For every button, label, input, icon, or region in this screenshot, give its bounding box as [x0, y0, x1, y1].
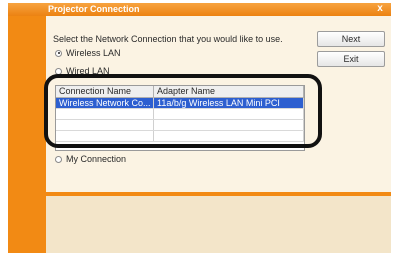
dialog-content: Select the Network Connection that you w… — [46, 16, 391, 192]
column-header-connection-name[interactable]: Connection Name — [56, 86, 154, 97]
column-header-adapter-name[interactable]: Adapter Name — [154, 86, 304, 97]
close-icon[interactable]: x — [375, 3, 385, 14]
table-row-empty — [56, 120, 304, 131]
radio-selected-icon — [55, 49, 62, 57]
projector-connection-window: Projector Connection x Select the Networ… — [8, 3, 391, 253]
connection-table: Connection Name Adapter Name Wireless Ne… — [55, 85, 305, 151]
side-accent-strip — [8, 16, 46, 253]
prompt-text: Select the Network Connection that you w… — [53, 34, 283, 44]
next-button[interactable]: Next — [317, 31, 385, 47]
table-header: Connection Name Adapter Name — [56, 86, 304, 98]
radio-wired-lan[interactable]: Wired LAN — [55, 66, 110, 76]
radio-my-connection[interactable]: My Connection — [55, 154, 126, 164]
table-cell-connection-name: Wireless Network Co... — [56, 98, 154, 108]
exit-button[interactable]: Exit — [317, 51, 385, 67]
radio-unselected-icon — [55, 155, 62, 163]
radio-wireless-lan[interactable]: Wireless LAN — [55, 48, 121, 58]
radio-label: Wired LAN — [66, 66, 110, 76]
table-row[interactable]: Wireless Network Co... 11a/b/g Wireless … — [56, 98, 304, 109]
table-cell-adapter-name: 11a/b/g Wireless LAN Mini PCI — [154, 98, 304, 108]
table-row-empty — [56, 131, 304, 142]
table-row-empty — [56, 109, 304, 120]
window-title: Projector Connection — [48, 4, 140, 14]
radio-unselected-icon — [55, 67, 62, 75]
lower-panel — [46, 196, 391, 253]
radio-label: My Connection — [66, 154, 127, 164]
radio-label: Wireless LAN — [66, 48, 121, 58]
title-bar: Projector Connection x — [8, 3, 391, 16]
